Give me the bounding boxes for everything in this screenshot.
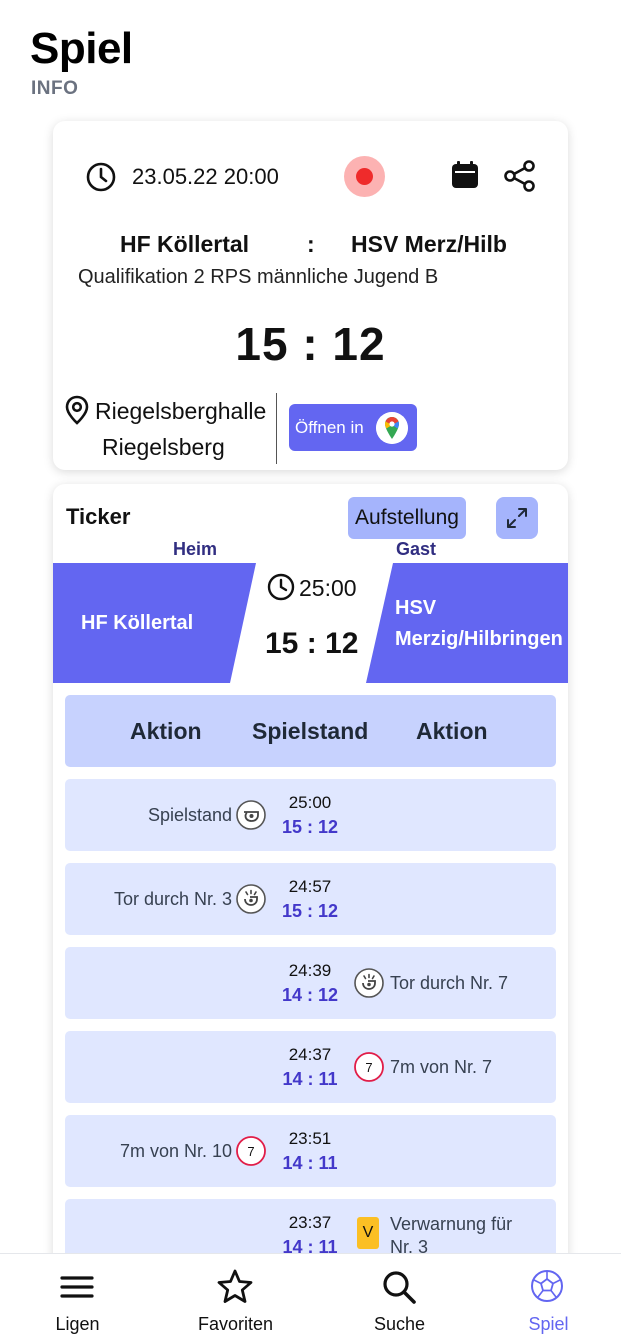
ticker-game-time: 25:00 (299, 575, 357, 601)
event-away-action-line1: Verwarnung für (390, 1214, 513, 1234)
nav-label: Ligen (55, 1314, 100, 1334)
clock-icon (267, 573, 295, 601)
nav-item-spiel[interactable]: Spiel (471, 1254, 621, 1344)
seven-meter-icon: 7 (354, 1052, 384, 1082)
location-pin-icon (65, 395, 89, 425)
event-score: 14 : 12 (281, 985, 339, 1005)
goal-whistle-icon (354, 968, 384, 998)
svg-text:7: 7 (365, 1060, 372, 1075)
event-score: 14 : 11 (282, 1069, 338, 1089)
svg-text:7: 7 (247, 1144, 254, 1159)
ball-icon (531, 1270, 563, 1302)
match-info-card: 23.05.22 20:00 HF Köllertal : HSV Merz/H… (53, 121, 568, 470)
event-score: 15 : 12 (281, 901, 339, 921)
event-row: Spielstand 25:00 15 : 12 (65, 779, 556, 851)
column-score: Spielstand (252, 718, 369, 744)
nav-item-ligen[interactable]: Ligen (0, 1254, 155, 1344)
star-icon (217, 1269, 253, 1303)
whistle-icon (236, 800, 266, 830)
search-icon (383, 1271, 416, 1304)
venue-name: Riegelsberghalle (95, 398, 267, 424)
page-title: Spiel (30, 24, 133, 73)
ticker-card: Ticker Aufstellung Heim Gast HF Köllerta… (53, 484, 568, 1284)
event-time: 25:00 (288, 793, 332, 812)
open-in-maps-button[interactable]: Öffnen in (289, 404, 417, 451)
expand-icon (507, 508, 527, 528)
away-team-name: HSV Merz/Hilb (351, 231, 507, 257)
expand-button[interactable] (496, 497, 538, 539)
away-label: Gast (396, 539, 437, 559)
ticker-home-team: HF Köllertal (81, 612, 194, 634)
home-team-name: HF Köllertal (120, 231, 250, 257)
venue-city: Riegelsberg (102, 434, 225, 460)
nav-item-suche[interactable]: Suche (322, 1254, 477, 1344)
lineup-button[interactable]: Aufstellung (348, 497, 466, 539)
event-time: 23:51 (288, 1129, 332, 1148)
scoreboard-band: HF Köllertal HSV Merzig/Hilbringen 25:00… (53, 563, 568, 683)
column-away-action: Aktion (416, 718, 488, 744)
menu-icon (60, 1276, 94, 1298)
event-row: 24:37 14 : 11 7 7m von Nr. 7 (65, 1031, 556, 1103)
home-label: Heim (173, 539, 218, 559)
match-score: 15 : 12 (235, 318, 386, 370)
calendar-icon[interactable] (449, 159, 481, 191)
event-time: 24:37 (288, 1045, 332, 1064)
ticker-title: Ticker (66, 504, 131, 529)
page-subtitle: INFO (31, 78, 79, 99)
event-row: 24:39 14 : 12 Tor durch Nr. 7 (65, 947, 556, 1019)
ticker-away-team-line1: HSV (395, 597, 437, 619)
live-indicator-icon (356, 168, 373, 185)
events-table-header: Aktion Spielstand Aktion (65, 695, 556, 767)
share-icon[interactable] (503, 159, 537, 193)
event-home-action: 7m von Nr. 10 (119, 1141, 232, 1161)
competition-name: Qualifikation 2 RPS männliche Jugend B (78, 266, 439, 288)
goal-whistle-icon (236, 884, 266, 914)
event-time: 24:57 (288, 877, 332, 896)
event-home-action: Spielstand (147, 805, 232, 825)
seven-meter-icon: 7 (236, 1136, 266, 1166)
clock-icon (86, 162, 116, 192)
column-home-action: Aktion (130, 718, 202, 744)
nav-label: Suche (373, 1314, 426, 1334)
event-away-action: 7m von Nr. 7 (390, 1057, 493, 1077)
open-in-maps-label: Öffnen in (295, 418, 364, 437)
team-separator: : (307, 231, 315, 257)
yellow-card-icon: V (357, 1217, 379, 1249)
google-maps-icon (376, 412, 408, 444)
event-score: 14 : 11 (282, 1153, 338, 1173)
event-home-action: Tor durch Nr. 3 (113, 889, 232, 909)
nav-label: Favoriten (197, 1314, 274, 1334)
event-row: 7m von Nr. 10 7 23:51 14 : 11 (65, 1115, 556, 1187)
ticker-away-team-line2: Merzig/Hilbringen (395, 628, 563, 650)
away-team-panel (366, 563, 568, 683)
bottom-navigation: Ligen Favoriten Suche Spiel (0, 1253, 621, 1344)
ticker-score: 15 : 12 (265, 627, 359, 660)
venue-divider (276, 393, 277, 464)
event-away-action: Tor durch Nr. 7 (390, 973, 509, 993)
app-screen: Spiel INFO 23.05.22 20:00 HF Köllertal :… (0, 0, 621, 1344)
event-time: 24:39 (288, 961, 332, 980)
event-time: 23:37 (288, 1213, 332, 1232)
nav-item-favoriten[interactable]: Favoriten (158, 1254, 313, 1344)
nav-label: Spiel (528, 1314, 569, 1334)
match-datetime: 23.05.22 20:00 (132, 164, 279, 189)
event-score: 15 : 12 (281, 817, 339, 837)
event-row: Tor durch Nr. 3 24:57 15 : 12 (65, 863, 556, 935)
